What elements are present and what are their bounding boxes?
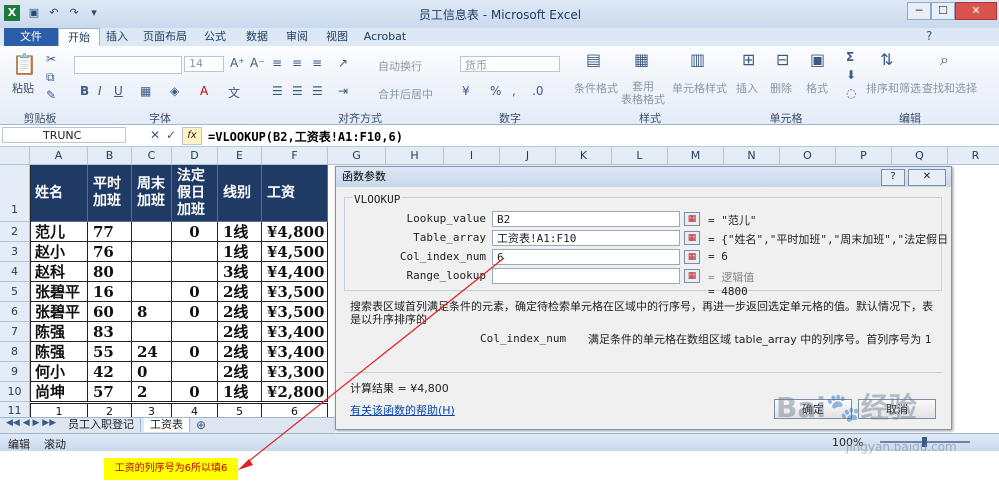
watermark-url: jingyan.baidu.com — [846, 440, 957, 454]
annotation-note: 工资的列序号为6所以填6 — [104, 458, 238, 480]
